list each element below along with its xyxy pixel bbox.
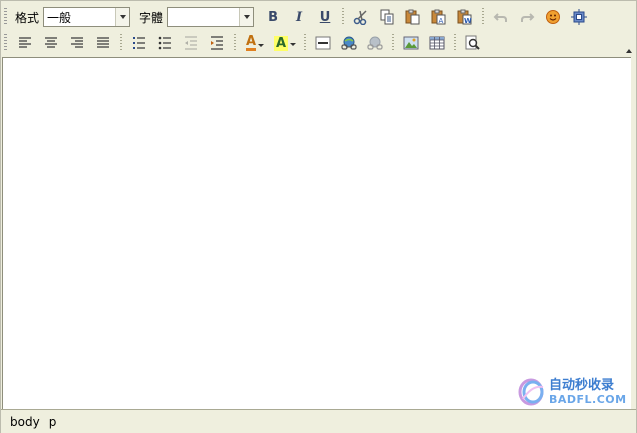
toolbar-separator <box>482 8 485 26</box>
table-button[interactable] <box>426 32 448 54</box>
font-color-icon: A <box>245 33 265 51</box>
emoticon-button[interactable] <box>542 6 564 28</box>
element-path-p[interactable]: p <box>49 415 57 429</box>
svg-text:W: W <box>464 17 472 25</box>
status-bar: body p <box>1 409 636 433</box>
format-select-value: 一般 <box>47 10 72 25</box>
font-color-label: A <box>245 33 257 51</box>
rich-text-editor: 格式 一般 字體 B I U A W A A 自动秒收录 BADFL.COM b… <box>0 0 637 433</box>
watermark-logo-icon <box>518 378 544 406</box>
find-button[interactable] <box>462 32 484 54</box>
italic-button[interactable]: I <box>288 6 310 28</box>
copy-button[interactable] <box>376 6 398 28</box>
paste-button[interactable] <box>402 6 424 28</box>
emoticon-icon <box>546 10 561 24</box>
special-char-icon <box>571 9 588 25</box>
toolbar-grip[interactable] <box>4 8 7 26</box>
find-icon <box>465 35 480 50</box>
image-button[interactable] <box>400 32 422 54</box>
toolbar-separator <box>234 34 236 52</box>
table-icon <box>429 36 445 50</box>
toolbar-separator <box>304 34 306 52</box>
format-label: 格式 <box>15 10 40 25</box>
cut-button[interactable] <box>350 6 372 28</box>
align-left-icon <box>19 37 31 48</box>
format-select[interactable]: 一般 <box>43 7 131 27</box>
toolbar-grip[interactable] <box>4 34 7 52</box>
copy-icon <box>380 9 394 25</box>
align-justify-icon <box>97 37 109 48</box>
font-select[interactable] <box>167 7 255 27</box>
paste-icon <box>405 9 420 25</box>
special-char-button[interactable] <box>568 6 590 28</box>
watermark-domain: BADFL.COM <box>549 393 627 406</box>
chevron-down-icon <box>258 43 265 47</box>
unlink-icon <box>367 36 383 50</box>
italic-icon: I <box>295 9 303 25</box>
underline-icon: U <box>319 9 331 25</box>
unordered-list-button[interactable] <box>154 32 176 54</box>
chevron-down-icon <box>290 42 297 46</box>
ordered-list-button[interactable] <box>128 32 150 54</box>
paste-word-icon: W <box>457 9 472 25</box>
unordered-list-icon <box>158 36 171 50</box>
underline-button[interactable]: U <box>314 6 336 28</box>
align-justify-button[interactable] <box>92 32 114 54</box>
paste-text-icon: A <box>431 9 446 25</box>
font-color-button[interactable]: A <box>242 32 268 54</box>
toolbar-row-2: A A <box>4 31 486 55</box>
link-icon <box>341 36 357 50</box>
bold-icon: B <box>268 9 278 25</box>
cut-icon <box>353 10 367 25</box>
align-center-icon <box>45 37 57 48</box>
toolbar-separator <box>342 8 345 26</box>
highlight-color-icon: A <box>273 35 297 51</box>
horizontal-rule-button[interactable] <box>312 32 334 54</box>
toolbar-separator <box>120 34 122 52</box>
align-right-icon <box>71 37 83 48</box>
chevron-down-icon[interactable] <box>239 8 254 26</box>
watermark-title: 自动秒收录 <box>549 378 615 393</box>
align-left-button[interactable] <box>14 32 36 54</box>
bold-button[interactable]: B <box>262 6 284 28</box>
chevron-down-icon[interactable] <box>115 8 130 26</box>
indent-icon <box>211 36 223 50</box>
svg-text:A: A <box>439 17 444 25</box>
toolbar-separator <box>454 34 456 52</box>
link-button[interactable] <box>338 32 360 54</box>
outdent-icon <box>185 36 197 50</box>
outdent-button[interactable] <box>180 32 202 54</box>
editor-content-area[interactable] <box>2 57 631 409</box>
toolbar-collapse-icon[interactable] <box>624 45 634 55</box>
highlight-color-label: A <box>273 35 289 51</box>
indent-button[interactable] <box>206 32 228 54</box>
editor-toolbar: 格式 一般 字體 B I U A W A A <box>1 1 636 57</box>
element-path-body[interactable]: body <box>10 415 40 429</box>
redo-button[interactable] <box>516 6 538 28</box>
watermark: 自动秒收录 BADFL.COM <box>517 375 629 409</box>
toolbar-separator <box>392 34 394 52</box>
font-label: 字體 <box>139 10 164 25</box>
undo-button[interactable] <box>490 6 512 28</box>
align-right-button[interactable] <box>66 32 88 54</box>
undo-icon <box>493 13 508 22</box>
ordered-list-icon <box>133 37 145 49</box>
paste-word-button[interactable]: W <box>454 6 476 28</box>
redo-icon <box>521 13 535 22</box>
paste-text-button[interactable]: A <box>428 6 450 28</box>
highlight-color-button[interactable]: A <box>272 32 298 54</box>
horizontal-rule-icon <box>315 36 331 50</box>
align-center-button[interactable] <box>40 32 62 54</box>
unlink-button[interactable] <box>364 32 386 54</box>
image-icon <box>403 36 419 50</box>
toolbar-row-1: 格式 一般 字體 B I U A W <box>4 5 592 29</box>
